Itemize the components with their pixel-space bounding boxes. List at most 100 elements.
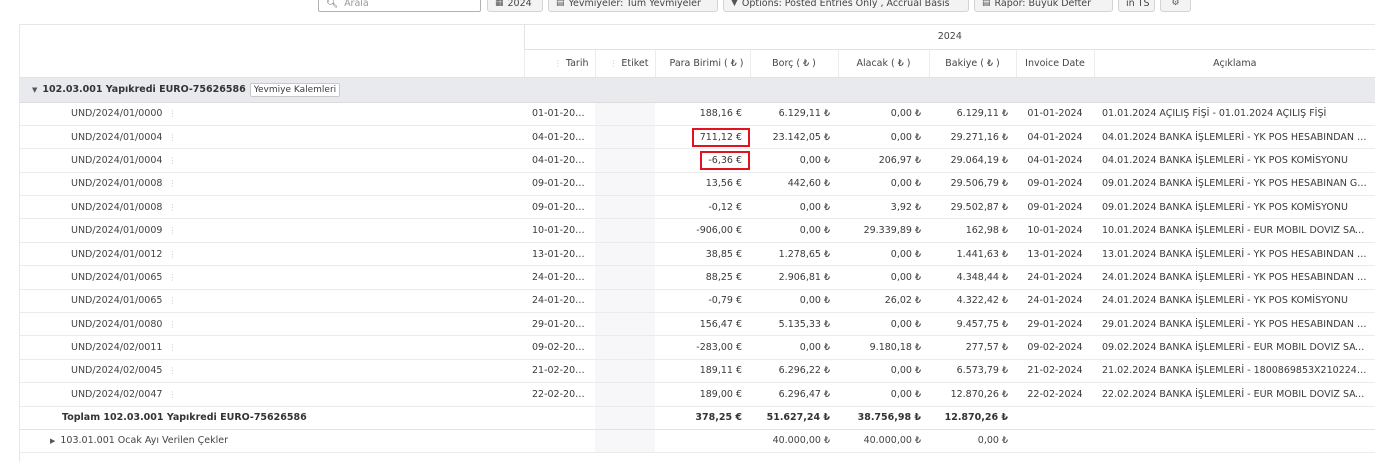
table-row[interactable]: UND/2024/01/0080 ⋮ 29-01-2024 156,47 € 5.135… xyxy=(20,312,1375,337)
table-row[interactable]: UND/2024/01/0004 ⋮ 04-01-2024 -6,36 € 0,00 ₺… xyxy=(20,148,1375,173)
table-row[interactable]: UND/2024/02/0047 ⋮ 22-02-2024 189,00 € 6.296… xyxy=(20,382,1375,407)
column-header-date[interactable]: ⋮ Tarih xyxy=(523,49,595,78)
settings-button[interactable]: ⚙ xyxy=(1160,0,1191,12)
column-header-debit[interactable]: Borç ( ₺ ) xyxy=(749,49,838,78)
invoice-date-cell-value: 09-01-2024 xyxy=(1027,201,1083,213)
move-ref-value[interactable]: UND/2024/01/0008 xyxy=(71,202,162,213)
move-ref-value[interactable]: UND/2024/01/0012 xyxy=(71,249,162,260)
search-input[interactable]: 🔍︎ Arala xyxy=(318,0,481,12)
move-ref-value[interactable]: UND/2024/02/0045 xyxy=(71,365,162,376)
account-group-row[interactable]: ▼ 102.03.001 Yapıkredi EURO-75626586 Yevmi… xyxy=(20,77,1375,103)
journals-filter-button[interactable]: ▤ Yevmiyeler: Tüm Yevmiyeler xyxy=(548,0,718,12)
balance-cell-value: 1.441,63 ₺ xyxy=(956,248,1008,260)
year-header: 2024 xyxy=(523,25,1375,50)
total-label-empty xyxy=(595,406,655,430)
currency-cell: 38,85 € xyxy=(655,242,750,267)
collapsed-group-cell[interactable]: ▶ 103.01.001 Ocak Ayı Verilen Çekler xyxy=(20,429,524,453)
move-ref-value[interactable]: UND/2024/02/0047 xyxy=(71,389,162,400)
total-balance: 12.870,26 ₺ xyxy=(929,406,1016,430)
row-menu-icon[interactable]: ⋮ xyxy=(168,156,176,165)
currency-cell-value: -0,79 € xyxy=(708,295,742,307)
journal-items-button[interactable]: Yevmiye Kalemleri xyxy=(249,82,341,97)
row-menu-icon[interactable]: ⋮ xyxy=(168,273,176,282)
move-ref-value[interactable]: UND/2024/01/0065 xyxy=(71,295,162,306)
row-menu-icon[interactable]: ⋮ xyxy=(168,320,176,329)
move-ref-value[interactable]: UND/2024/02/0011 xyxy=(71,342,162,353)
move-ref[interactable]: UND/2024/01/0080 ⋮ xyxy=(20,312,524,337)
label-cell xyxy=(595,265,655,290)
move-ref[interactable]: UND/2024/01/0009 ⋮ xyxy=(20,218,524,243)
report-select-button[interactable]: ▤ Rapor: Büyük Defter xyxy=(974,0,1113,12)
date-cell: 13-01-2024 xyxy=(524,242,595,267)
row-menu-icon[interactable]: ⋮ xyxy=(168,390,176,399)
row-menu-icon[interactable]: ⋮ xyxy=(168,296,176,305)
column-header-description[interactable]: Açıklama xyxy=(1093,49,1375,78)
row-menu-icon[interactable]: ⋮ xyxy=(168,250,176,259)
move-ref[interactable]: UND/2024/01/0012 ⋮ xyxy=(20,242,524,267)
table-row[interactable]: UND/2024/01/0012 ⋮ 13-01-2024 38,85 € 1.278,… xyxy=(20,242,1375,267)
move-ref-value[interactable]: UND/2024/01/0080 xyxy=(71,319,162,330)
account-group-cell[interactable]: ▼ 102.03.001 Yapıkredi EURO-75626586 Yevmi… xyxy=(20,77,1375,103)
move-ref-value[interactable]: UND/2024/01/0004 xyxy=(71,132,162,143)
row-menu-icon[interactable]: ⋮ xyxy=(168,343,176,352)
column-header-balance[interactable]: Bakiye ( ₺ ) xyxy=(928,49,1016,78)
column-header-credit[interactable]: Alacak ( ₺ ) xyxy=(837,49,929,78)
row-menu-icon[interactable]: ⋮ xyxy=(168,366,176,375)
caret-down-icon[interactable]: ▼ xyxy=(32,86,37,94)
account-group-row-collapsed[interactable]: ▶ 103.01.001 Ocak Ayı Verilen Çekler 40.0… xyxy=(20,429,1375,453)
table-row[interactable]: UND/2024/01/0008 ⋮ 09-01-2024 13,56 € 442,60… xyxy=(20,172,1375,197)
next-invoice-empty xyxy=(1016,429,1094,453)
row-menu-icon[interactable]: ⋮ xyxy=(168,109,176,118)
date-cell: 21-02-2024 xyxy=(524,359,595,384)
column-header-label[interactable]: ⋮ Etiket xyxy=(594,49,655,78)
move-ref[interactable]: UND/2024/01/0065 ⋮ xyxy=(20,289,524,314)
move-ref[interactable]: UND/2024/01/0004 ⋮ xyxy=(20,125,524,150)
year-filter-button[interactable]: ▦ 2024 xyxy=(487,0,543,12)
table-row[interactable]: UND/2024/01/0000 ⋮ 01-01-2024 188,16 € 6.129… xyxy=(20,102,1375,126)
move-ref[interactable]: UND/2024/02/0011 ⋮ xyxy=(20,335,524,360)
table-row[interactable]: UND/2024/01/0009 ⋮ 10-01-2024 -906,00 € 0,00… xyxy=(20,218,1375,243)
credit-cell: 0,00 ₺ xyxy=(838,359,929,384)
column-header-currency[interactable]: Para Birimi ( ₺ ) xyxy=(654,49,750,78)
resize-handle-icon[interactable]: ⋮ xyxy=(609,59,617,68)
move-ref[interactable]: UND/2024/01/0065 ⋮ xyxy=(20,265,524,290)
move-ref-value[interactable]: UND/2024/01/0009 xyxy=(71,225,162,236)
date-cell: 29-01-2024 xyxy=(524,312,595,337)
move-ref-value[interactable]: UND/2024/01/0065 xyxy=(71,272,162,283)
date-cell-value: 09-02-2024 xyxy=(532,342,588,354)
move-ref-value[interactable]: UND/2024/01/0000 xyxy=(71,108,162,119)
row-menu-icon[interactable]: ⋮ xyxy=(168,203,176,212)
table-row[interactable]: UND/2024/01/0008 ⋮ 09-01-2024 -0,12 € 0,00 ₺… xyxy=(20,195,1375,220)
date-cell-value: 01-01-2024 xyxy=(532,108,588,120)
row-menu-icon[interactable]: ⋮ xyxy=(168,179,176,188)
table-row[interactable]: UND/2024/01/0065 ⋮ 24-01-2024 88,25 € 2.906,… xyxy=(20,265,1375,290)
invoice-date-cell-value: 29-01-2024 xyxy=(1027,318,1083,330)
options-filter-button[interactable]: ▼ Options: Posted Entries Only , Accrual… xyxy=(723,0,969,12)
gear-icon: ⚙ xyxy=(1171,0,1180,8)
invoice-date-cell-value: 24-01-2024 xyxy=(1027,295,1083,307)
debit-cell: 442,60 ₺ xyxy=(750,172,838,197)
table-row[interactable]: UND/2024/01/0065 ⋮ 24-01-2024 -0,79 € 0,00 ₺… xyxy=(20,289,1375,314)
debit-cell-value: 0,00 ₺ xyxy=(799,295,830,307)
description-cell: 01.01.2024 AÇILIŞ FİŞİ - 01.01.2024 AÇIL… xyxy=(1094,102,1375,126)
balance-cell-value: 29.271,16 ₺ xyxy=(950,131,1008,143)
column-header-label-label: Etiket xyxy=(621,57,649,69)
move-ref[interactable]: UND/2024/01/0008 ⋮ xyxy=(20,172,524,197)
move-ref[interactable]: UND/2024/01/0000 ⋮ xyxy=(20,102,524,126)
table-row[interactable]: UND/2024/02/0045 ⋮ 21-02-2024 189,11 € 6.296… xyxy=(20,359,1375,384)
move-ref[interactable]: UND/2024/01/0008 ⋮ xyxy=(20,195,524,220)
table-row[interactable]: UND/2024/01/0004 ⋮ 04-01-2024 711,12 € 23.14… xyxy=(20,125,1375,150)
row-menu-icon[interactable]: ⋮ xyxy=(168,226,176,235)
move-ref[interactable]: UND/2024/02/0047 ⋮ xyxy=(20,382,524,407)
move-ref[interactable]: UND/2024/02/0045 ⋮ xyxy=(20,359,524,384)
move-ref[interactable]: UND/2024/01/0004 ⋮ xyxy=(20,148,524,173)
caret-right-icon[interactable]: ▶ xyxy=(50,437,55,445)
move-ref-value[interactable]: UND/2024/01/0004 xyxy=(71,155,162,166)
move-ref-value[interactable]: UND/2024/01/0008 xyxy=(71,178,162,189)
resize-handle-icon[interactable]: ⋮ xyxy=(554,59,562,68)
currency-cell: -906,00 € xyxy=(655,218,750,243)
column-header-invoice-date[interactable]: Invoice Date xyxy=(1015,49,1094,78)
row-menu-icon[interactable]: ⋮ xyxy=(168,133,176,142)
currency-button[interactable]: in TS xyxy=(1118,0,1155,12)
table-row[interactable]: UND/2024/02/0011 ⋮ 09-02-2024 -283,00 € 0,00… xyxy=(20,335,1375,360)
